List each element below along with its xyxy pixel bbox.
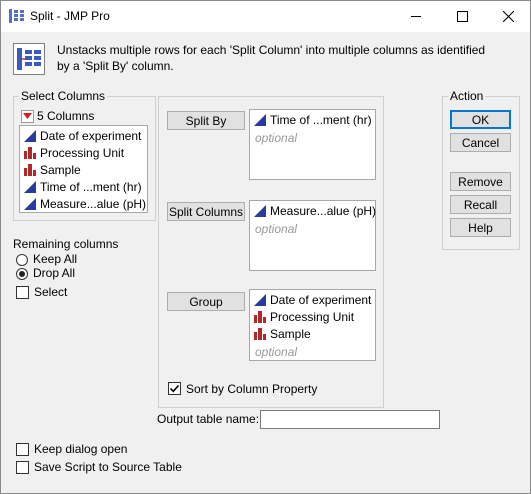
close-icon	[502, 11, 514, 22]
split-columns-button[interactable]: Split Columns	[167, 202, 245, 221]
select-checkbox[interactable]	[16, 286, 29, 299]
column-name: Measure...alue (pH)	[40, 196, 147, 211]
keep-all-radio[interactable]	[16, 254, 28, 266]
split-dialog-window: Split - JMP Pro Unstacks multiple rows f…	[0, 0, 531, 494]
column-count-label: 5 Columns	[37, 109, 95, 123]
continuous-icon	[24, 181, 36, 193]
split-platform-icon	[13, 43, 45, 75]
list-item[interactable]: Measure...alue (pH)	[24, 195, 146, 212]
close-button[interactable]	[485, 1, 531, 32]
checkmark-icon	[169, 384, 180, 393]
save-script-checkbox[interactable]	[16, 461, 29, 474]
column-name: Processing Unit	[270, 309, 355, 324]
continuous-icon	[254, 114, 266, 126]
minimize-button[interactable]	[393, 1, 439, 32]
list-item[interactable]: Time of ...ment (hr)	[24, 178, 142, 195]
split-app-icon	[9, 9, 24, 23]
minimize-icon	[410, 16, 421, 17]
column-name: Date of experiment	[270, 292, 372, 307]
output-table-name-input[interactable]	[260, 410, 440, 429]
nominal-icon	[254, 328, 266, 340]
list-item[interactable]: Measure...alue (pH)	[254, 202, 376, 219]
cancel-button[interactable]: Cancel	[450, 133, 511, 152]
list-item[interactable]: Processing Unit	[24, 144, 124, 161]
keep-dialog-open-checkbox[interactable]	[16, 443, 29, 456]
column-name: Time of ...ment (hr)	[270, 112, 372, 127]
remaining-columns-label: Remaining columns	[13, 237, 119, 251]
select-checkbox-label[interactable]: Select	[34, 285, 67, 299]
continuous-icon	[254, 205, 266, 217]
save-script-label[interactable]: Save Script to Source Table	[34, 460, 182, 474]
group-button[interactable]: Group	[167, 292, 245, 311]
title-bar: Split - JMP Pro	[1, 1, 530, 32]
maximize-icon	[456, 11, 468, 22]
column-name: Sample	[40, 162, 81, 177]
keep-all-label[interactable]: Keep All	[33, 252, 77, 266]
window-title: Split - JMP Pro	[30, 9, 110, 23]
maximize-button[interactable]	[439, 1, 485, 32]
nominal-icon	[254, 311, 266, 323]
ok-button[interactable]: OK	[450, 110, 511, 129]
continuous-icon	[24, 130, 36, 142]
column-name: Measure...alue (pH)	[270, 203, 377, 218]
remove-button[interactable]: Remove	[450, 172, 511, 191]
optional-placeholder: optional	[255, 131, 298, 145]
drop-all-label[interactable]: Drop All	[33, 266, 75, 280]
split-by-button[interactable]: Split By	[167, 111, 245, 130]
split-by-list[interactable]: Time of ...ment (hr) optional	[249, 109, 376, 180]
sort-by-property-label[interactable]: Sort by Column Property	[186, 382, 317, 396]
column-name: Sample	[270, 326, 311, 341]
list-item[interactable]: Time of ...ment (hr)	[254, 111, 372, 128]
output-table-label: Output table name:	[157, 412, 260, 426]
recall-button[interactable]: Recall	[450, 195, 511, 214]
select-columns-title: Select Columns	[19, 89, 108, 103]
list-item[interactable]: Processing Unit	[254, 308, 354, 325]
red-triangle-menu-icon[interactable]	[21, 109, 34, 123]
help-button[interactable]: Help	[450, 218, 511, 237]
column-name: Processing Unit	[40, 145, 125, 160]
optional-placeholder: optional	[255, 345, 298, 359]
action-title: Action	[448, 89, 486, 103]
select-columns-list[interactable]: Date of experiment Processing Unit Sampl…	[19, 125, 148, 213]
optional-placeholder: optional	[255, 222, 298, 236]
split-columns-list[interactable]: Measure...alue (pH) optional	[249, 200, 376, 271]
continuous-icon	[24, 198, 36, 210]
keep-dialog-open-label[interactable]: Keep dialog open	[34, 442, 127, 456]
group-list[interactable]: Date of experiment Processing Unit Sampl…	[249, 289, 376, 361]
nominal-icon	[24, 147, 36, 159]
sort-by-property-checkbox[interactable]	[168, 382, 181, 395]
list-item[interactable]: Date of experiment	[254, 291, 371, 308]
column-name: Time of ...ment (hr)	[40, 179, 142, 194]
nominal-icon	[24, 164, 36, 176]
column-count-dropdown[interactable]: 5 Columns	[21, 109, 94, 123]
list-item[interactable]: Date of experiment	[24, 127, 141, 144]
drop-all-radio[interactable]	[16, 268, 28, 280]
list-item[interactable]: Sample	[24, 161, 81, 178]
continuous-icon	[254, 294, 266, 306]
column-name: Date of experiment	[40, 128, 142, 143]
list-item[interactable]: Sample	[254, 325, 311, 342]
dialog-description: Unstacks multiple rows for each 'Split C…	[57, 43, 486, 73]
